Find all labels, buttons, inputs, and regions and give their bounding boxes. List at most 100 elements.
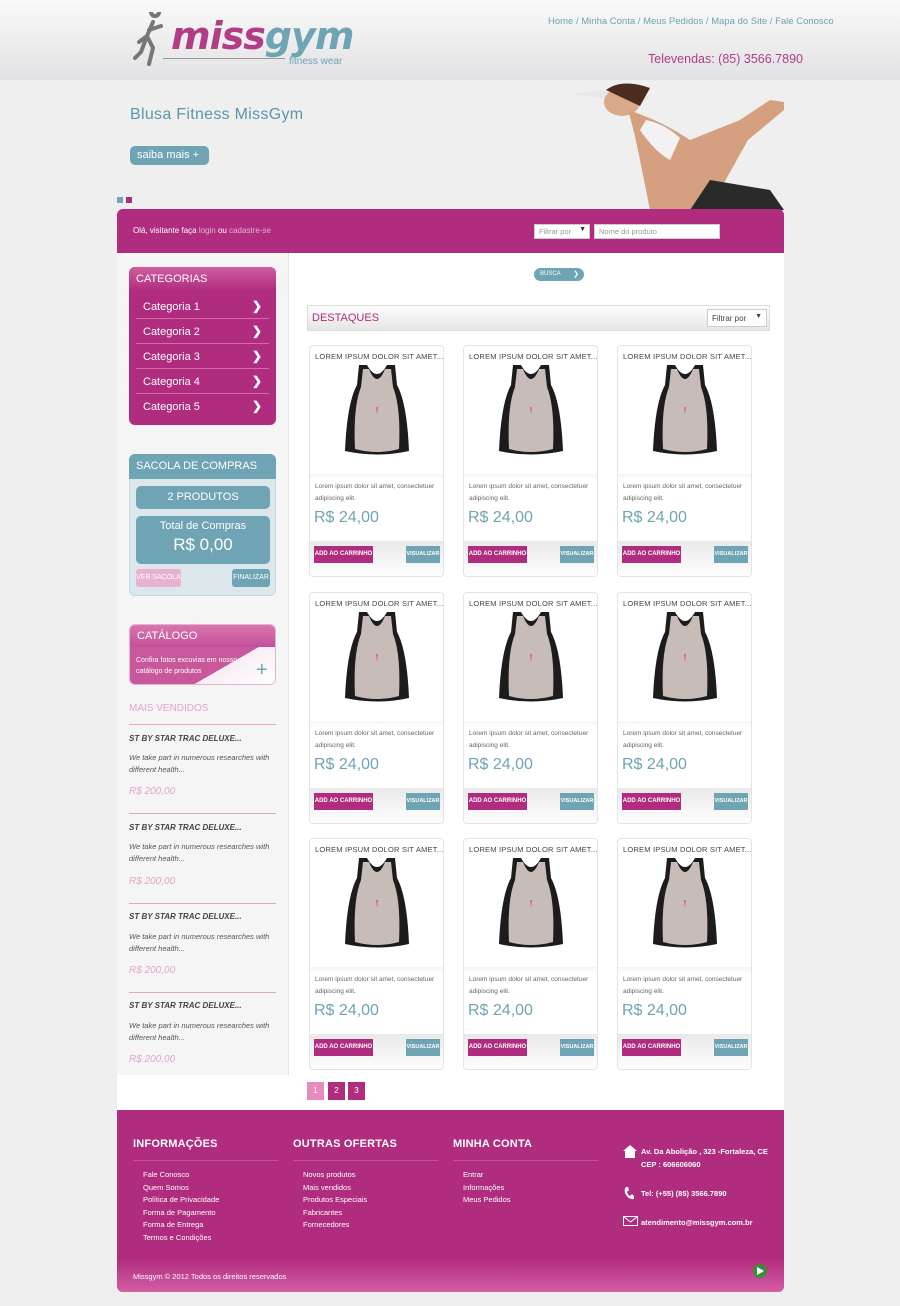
slide-dot-2[interactable]	[126, 197, 132, 203]
add-to-cart-button[interactable]: ADD AO CARRINHO	[468, 546, 527, 563]
view-product-button[interactable]: VISUALIZAR	[560, 793, 594, 810]
footer-link[interactable]: Mais vendidos	[303, 1183, 351, 1192]
nav-fale-conosco[interactable]: Fale Conosco	[775, 16, 834, 27]
add-to-cart-button[interactable]: ADD AO CARRINHO	[622, 546, 681, 563]
search-button[interactable]: BUSCA ❯	[534, 268, 584, 281]
view-bag-button[interactable]: VER SACOLA	[136, 569, 181, 587]
footer-link[interactable]: Política de Privacidade	[143, 1195, 219, 1204]
product-name[interactable]: LOREM IPSUM DOLOR SIT AMET...	[469, 845, 597, 854]
best-seller-name[interactable]: ST BY STAR TRAC DELUXE...	[129, 823, 242, 832]
checkout-button[interactable]: FINALIZAR	[232, 569, 270, 587]
view-product-button[interactable]: VISUALIZAR	[714, 793, 748, 810]
view-product-button[interactable]: VISUALIZAR	[406, 1039, 440, 1056]
footer-link[interactable]: Fornecedores	[303, 1220, 349, 1229]
product-image[interactable]	[497, 363, 565, 458]
product-card[interactable]: LOREM IPSUM DOLOR SIT AMET... Lorem ipsum…	[463, 345, 598, 577]
page-2-button[interactable]: 2	[328, 1082, 345, 1100]
footer-link[interactable]: Novos produtos	[303, 1170, 356, 1179]
add-to-cart-button[interactable]: ADD AO CARRINHO	[622, 1039, 681, 1056]
footer-link[interactable]: Entrar	[463, 1170, 483, 1179]
product-card[interactable]: LOREM IPSUM DOLOR SIT AMET... Lorem ipsum…	[463, 592, 598, 824]
add-to-cart-button[interactable]: ADD AO CARRINHO	[622, 793, 681, 810]
product-price: R$ 24,00	[468, 509, 533, 526]
chevron-right-icon: ❯	[251, 399, 262, 413]
category-5[interactable]: Categoria 5 ❯	[136, 395, 269, 419]
footer-link[interactable]: Forma de Pagamento	[143, 1208, 216, 1217]
product-name[interactable]: LOREM IPSUM DOLOR SIT AMET...	[315, 845, 443, 854]
product-name[interactable]: LOREM IPSUM DOLOR SIT AMET...	[315, 599, 443, 608]
footer-link[interactable]: Quem Somos	[143, 1183, 189, 1192]
add-to-cart-button[interactable]: ADD AO CARRINHO	[468, 793, 527, 810]
product-image[interactable]	[651, 363, 719, 458]
footer-info-title: INFORMAÇÕES	[133, 1138, 218, 1150]
category-1[interactable]: Categoria 1 ❯	[136, 295, 269, 319]
nav-minha-conta[interactable]: Minha Conta	[581, 16, 635, 27]
product-card[interactable]: LOREM IPSUM DOLOR SIT AMET... Lorem ipsum…	[309, 592, 444, 824]
plus-icon[interactable]: +	[256, 659, 268, 682]
product-name[interactable]: LOREM IPSUM DOLOR SIT AMET...	[623, 845, 751, 854]
product-card[interactable]: LOREM IPSUM DOLOR SIT AMET... Lorem ipsum…	[617, 838, 752, 1070]
filter-select[interactable]: Filtrar por ▼	[534, 224, 590, 239]
product-card[interactable]: LOREM IPSUM DOLOR SIT AMET... Lorem ipsum…	[309, 838, 444, 1070]
nav-mapa-do-site[interactable]: Mapa do Site	[711, 16, 767, 27]
view-product-button[interactable]: VISUALIZAR	[714, 1039, 748, 1056]
best-seller-name[interactable]: ST BY STAR TRAC DELUXE...	[129, 1001, 242, 1010]
product-name[interactable]: LOREM IPSUM DOLOR SIT AMET...	[623, 352, 751, 361]
view-product-button[interactable]: VISUALIZAR	[406, 546, 440, 563]
product-image[interactable]	[497, 610, 565, 705]
footer-link[interactable]: Meus Pedidos	[463, 1195, 511, 1204]
product-name[interactable]: LOREM IPSUM DOLOR SIT AMET...	[469, 599, 597, 608]
page-1-button[interactable]: 1	[307, 1082, 324, 1100]
product-image[interactable]	[497, 856, 565, 951]
saiba-mais-button[interactable]: saiba mais +	[130, 146, 209, 165]
footer-link[interactable]: Informações	[463, 1183, 504, 1192]
footer-link[interactable]: Fale Conosco	[143, 1170, 189, 1179]
product-image[interactable]	[651, 610, 719, 705]
footer-link[interactable]: Fabricantes	[303, 1208, 342, 1217]
product-name[interactable]: LOREM IPSUM DOLOR SIT AMET...	[623, 599, 751, 608]
category-3[interactable]: Categoria 3 ❯	[136, 345, 269, 369]
view-product-button[interactable]: VISUALIZAR	[560, 1039, 594, 1056]
view-product-button[interactable]: VISUALIZAR	[406, 793, 440, 810]
shopping-bag-panel: SACOLA DE COMPRAS 2 PRODUTOS Total de Co…	[129, 454, 276, 596]
logo[interactable]: missgym fitness wear	[133, 12, 354, 72]
product-card[interactable]: LOREM IPSUM DOLOR SIT AMET... Lorem ipsum…	[617, 345, 752, 577]
add-to-cart-button[interactable]: ADD AO CARRINHO	[468, 1039, 527, 1056]
page-3-button[interactable]: 3	[348, 1082, 365, 1100]
divider	[129, 813, 276, 814]
footer-link[interactable]: Produtos Especiais	[303, 1195, 367, 1204]
product-name[interactable]: LOREM IPSUM DOLOR SIT AMET...	[315, 352, 443, 361]
nav-meus-pedidos[interactable]: Meus Pedidos	[643, 16, 703, 27]
product-card[interactable]: LOREM IPSUM DOLOR SIT AMET... Lorem ipsum…	[463, 838, 598, 1070]
chevron-right-icon: ❯	[573, 271, 579, 278]
highlights-filter-select[interactable]: Filtrar por ▼	[707, 309, 767, 327]
footer-email[interactable]: atendimento@missgym.com.br	[641, 1218, 753, 1227]
catalog-panel[interactable]: CATÁLOGO Confira fotos excuvias em nosso…	[129, 624, 276, 685]
add-to-cart-button[interactable]: ADD AO CARRINHO	[314, 546, 373, 563]
footer-link[interactable]: Termos e Condições	[143, 1233, 211, 1242]
caret-down-icon: ▼	[579, 226, 586, 233]
login-link[interactable]: login	[199, 226, 216, 235]
footer-link[interactable]: Forma de Entrega	[143, 1220, 203, 1229]
category-4[interactable]: Categoria 4 ❯	[136, 370, 269, 394]
product-search-input[interactable]: Nome do produto	[594, 224, 720, 239]
best-seller-name[interactable]: ST BY STAR TRAC DELUXE...	[129, 734, 242, 743]
add-to-cart-button[interactable]: ADD AO CARRINHO	[314, 1039, 373, 1056]
add-to-cart-button[interactable]: ADD AO CARRINHO	[314, 793, 373, 810]
best-seller-name[interactable]: ST BY STAR TRAC DELUXE...	[129, 912, 242, 921]
product-image[interactable]	[343, 856, 411, 951]
product-image[interactable]	[343, 610, 411, 705]
runner-icon	[133, 12, 163, 66]
product-card[interactable]: LOREM IPSUM DOLOR SIT AMET... Lorem ipsum…	[309, 345, 444, 577]
view-product-button[interactable]: VISUALIZAR	[714, 546, 748, 563]
category-2[interactable]: Categoria 2 ❯	[136, 320, 269, 344]
product-image[interactable]	[651, 856, 719, 951]
product-name[interactable]: LOREM IPSUM DOLOR SIT AMET...	[469, 352, 597, 361]
product-image[interactable]	[343, 363, 411, 458]
product-card[interactable]: LOREM IPSUM DOLOR SIT AMET... Lorem ipsum…	[617, 592, 752, 824]
nav-home[interactable]: Home	[548, 16, 573, 27]
view-product-button[interactable]: VISUALIZAR	[560, 546, 594, 563]
developer-logo-icon[interactable]	[752, 1263, 768, 1279]
signup-link[interactable]: cadastre-se	[229, 226, 271, 235]
slide-dot-1[interactable]	[117, 197, 123, 203]
